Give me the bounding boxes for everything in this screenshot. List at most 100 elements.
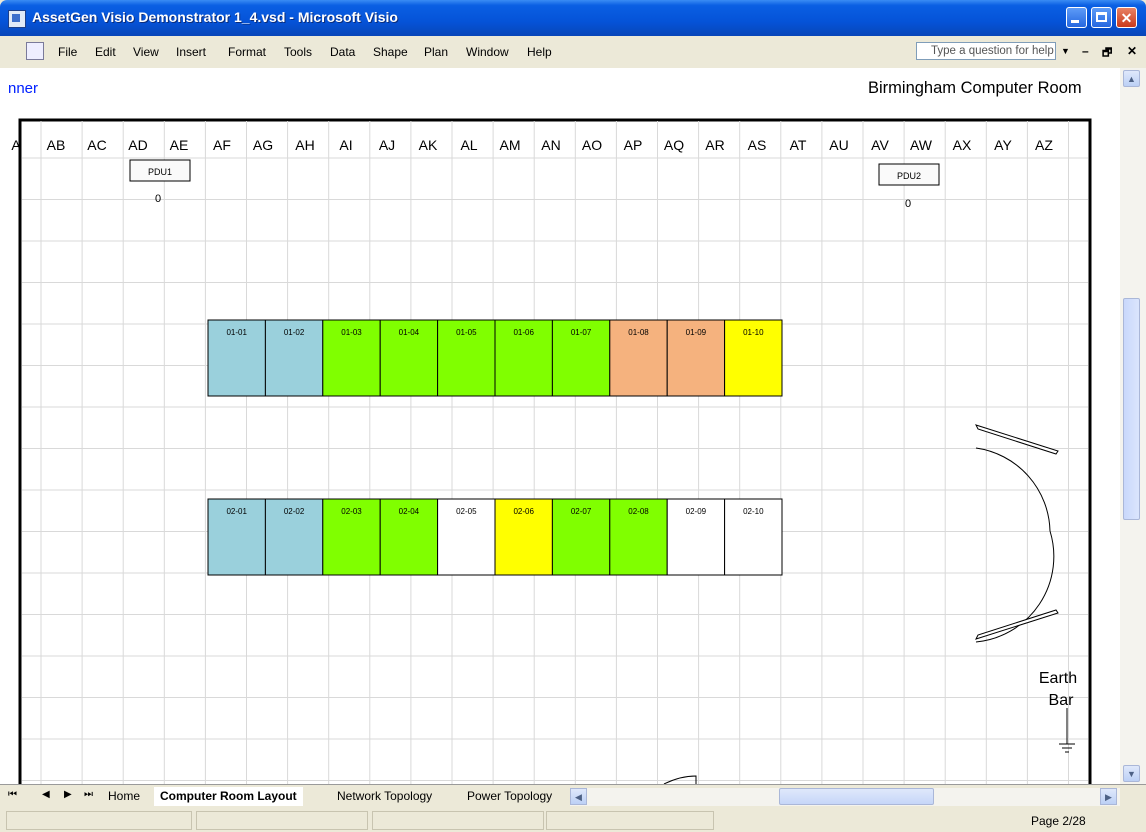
column-label-aj: AJ xyxy=(379,137,395,153)
rack-label: 01-10 xyxy=(743,328,764,337)
rack-label: 02-08 xyxy=(628,507,649,516)
column-label-ad: AD xyxy=(128,137,147,153)
help-search-input[interactable]: Type a question for help xyxy=(916,42,1056,60)
rack-label: 01-07 xyxy=(571,328,592,337)
status-panel xyxy=(196,811,368,830)
column-label-aw: AW xyxy=(910,137,933,153)
column-label-am: AM xyxy=(500,137,521,153)
prev-page-icon[interactable]: ◀ xyxy=(42,789,50,800)
horizontal-scrollbar[interactable]: ◀ ▶ xyxy=(570,788,1120,806)
doc-minimize-button[interactable]: – xyxy=(1082,44,1089,58)
menu-shape[interactable]: Shape xyxy=(373,45,408,59)
earth-bar-label: Bar xyxy=(1049,692,1075,709)
rack-label: 02-04 xyxy=(399,507,420,516)
vertical-scrollbar[interactable]: ▲ ▼ xyxy=(1120,68,1146,784)
doc-restore-button[interactable]: 🗗 xyxy=(1102,44,1112,63)
rack-label: 01-09 xyxy=(686,328,707,337)
rack-label: 01-04 xyxy=(399,328,420,337)
status-panel xyxy=(546,811,714,830)
page-indicator: Page 2/28 xyxy=(1031,814,1086,828)
menu-insert[interactable]: Insert xyxy=(176,45,206,59)
tab-computer-room-layout[interactable]: Computer Room Layout xyxy=(154,787,303,806)
rack-label: 02-03 xyxy=(341,507,362,516)
status-bar: Page 2/28 xyxy=(0,808,1146,832)
column-label-ag: AG xyxy=(253,137,273,153)
scroll-up-icon[interactable]: ▲ xyxy=(1123,70,1140,87)
pdu-value: 0 xyxy=(905,198,911,210)
column-label-ah: AH xyxy=(295,137,314,153)
window-title: AssetGen Visio Demonstrator 1_4.vsd - Mi… xyxy=(32,9,398,25)
scroll-left-icon[interactable]: ◀ xyxy=(570,788,587,805)
tab-power-topology[interactable]: Power Topology xyxy=(467,787,552,806)
help-dropdown-icon[interactable]: ▼ xyxy=(1061,46,1070,56)
menu-tools[interactable]: Tools xyxy=(284,45,312,59)
last-page-icon[interactable]: ⏭ xyxy=(84,789,93,800)
rack-label: 02-02 xyxy=(284,507,305,516)
column-label-aq: AQ xyxy=(664,137,684,153)
close-icon: ✕ xyxy=(1120,10,1133,26)
sheet-border xyxy=(18,118,1092,784)
column-label-at: AT xyxy=(790,137,807,153)
rack-label: 01-03 xyxy=(341,328,362,337)
column-label-ax: AX xyxy=(953,137,972,153)
document-icon[interactable] xyxy=(26,42,44,60)
door-leaf xyxy=(975,424,1059,455)
column-label-ab: AB xyxy=(47,137,66,153)
menu-data[interactable]: Data xyxy=(330,45,355,59)
menu-edit[interactable]: Edit xyxy=(95,45,116,59)
column-label-al: AL xyxy=(460,137,477,153)
column-label-ae: AE xyxy=(170,137,189,153)
column-label-ao: AO xyxy=(582,137,602,153)
scroll-down-icon[interactable]: ▼ xyxy=(1123,765,1140,782)
menu-window[interactable]: Window xyxy=(466,45,509,59)
visio-app-icon[interactable] xyxy=(8,10,26,28)
first-page-icon[interactable]: ⏮ xyxy=(8,789,17,800)
minimize-icon xyxy=(1071,20,1079,23)
next-page-icon[interactable]: ▶ xyxy=(64,789,72,800)
column-label-a: A xyxy=(11,137,21,153)
rack-label: 02-06 xyxy=(513,507,534,516)
floor-plan[interactable]: A AB AC AD AE AF AG AH AI AJ AK AL AM AN AO AP AQ AR AS AT A… xyxy=(0,68,1120,784)
minimize-button[interactable] xyxy=(1066,7,1087,28)
pdu-value: 0 xyxy=(155,193,161,205)
rack-label: 01-05 xyxy=(456,328,477,337)
earth-bar-label: Earth xyxy=(1039,670,1077,687)
maximize-button[interactable] xyxy=(1091,7,1112,28)
status-panel xyxy=(6,811,192,830)
close-button[interactable]: ✕ xyxy=(1116,7,1137,28)
column-label-av: AV xyxy=(871,137,889,153)
column-label-au: AU xyxy=(829,137,848,153)
rack-label: 02-07 xyxy=(571,507,592,516)
menu-format[interactable]: Format xyxy=(228,45,266,59)
column-label-ar: AR xyxy=(705,137,724,153)
tab-network-topology[interactable]: Network Topology xyxy=(337,787,432,806)
tab-home[interactable]: Home xyxy=(108,787,140,806)
maximize-icon xyxy=(1096,12,1107,22)
doc-close-button[interactable]: ✕ xyxy=(1127,44,1137,58)
column-label-ay: AY xyxy=(994,137,1012,153)
vertical-scroll-thumb[interactable] xyxy=(1123,298,1140,520)
menu-bar: File Edit View Insert Format Tools Data … xyxy=(0,36,1146,69)
title-bar: AssetGen Visio Demonstrator 1_4.vsd - Mi… xyxy=(0,0,1146,36)
scroll-right-icon[interactable]: ▶ xyxy=(1100,788,1117,805)
column-label-ak: AK xyxy=(419,137,438,153)
pdu-label: PDU2 xyxy=(897,171,921,181)
rack-label: 01-01 xyxy=(226,328,247,337)
column-label-an: AN xyxy=(541,137,560,153)
rack-label: 01-08 xyxy=(628,328,649,337)
drawing-canvas[interactable]: nner Birmingham Computer Room A AB AC AD AE A… xyxy=(0,68,1120,784)
column-label-ap: AP xyxy=(624,137,643,153)
rack-label: 02-01 xyxy=(226,507,247,516)
menu-view[interactable]: View xyxy=(133,45,159,59)
horizontal-scroll-thumb[interactable] xyxy=(779,788,934,805)
column-label-as: AS xyxy=(748,137,767,153)
rack-label: 02-09 xyxy=(686,507,707,516)
menu-file[interactable]: File xyxy=(58,45,77,59)
column-label-ac: AC xyxy=(87,137,106,153)
menu-plan[interactable]: Plan xyxy=(424,45,448,59)
sheet-tabs-bar: ⏮ ◀ ▶ ⏭ Home Computer Room Layout Networ… xyxy=(0,784,1146,809)
menu-help[interactable]: Help xyxy=(527,45,552,59)
column-label-af: AF xyxy=(213,137,231,153)
column-label-az: AZ xyxy=(1035,137,1053,153)
rack-label: 01-02 xyxy=(284,328,305,337)
